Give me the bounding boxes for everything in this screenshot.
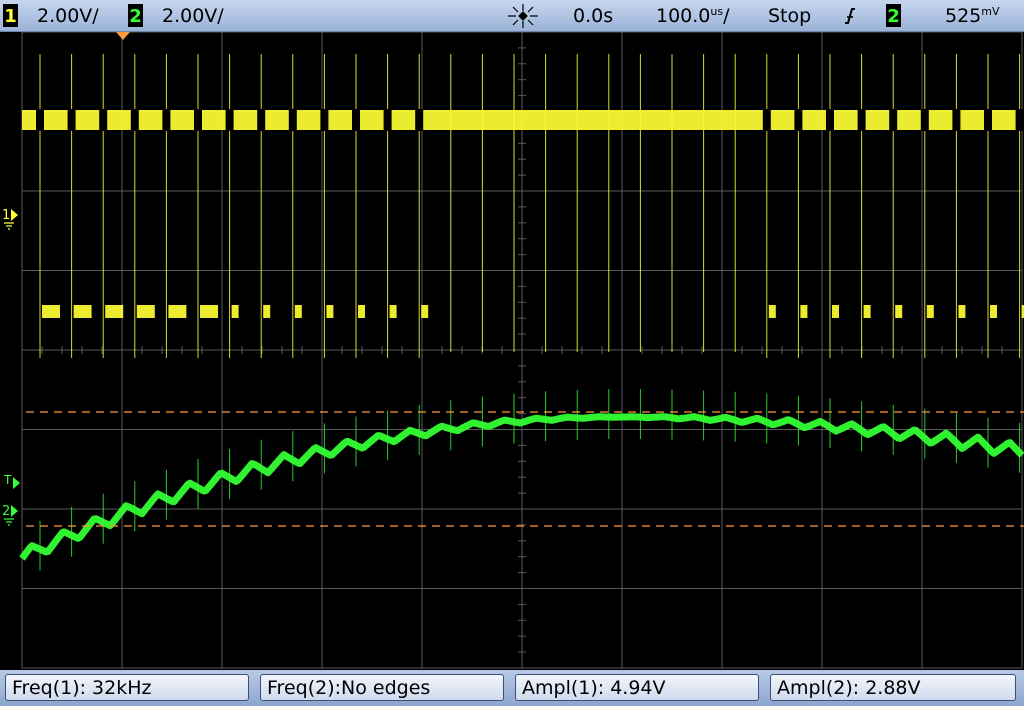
channel-1-low-segment: [358, 305, 365, 318]
channel-1-low-segment: [42, 305, 60, 318]
trigger-level-value: 525: [945, 5, 982, 27]
trigger-marker-arrow: [13, 477, 20, 489]
channel-1-low-segment: [231, 305, 239, 318]
channel-1-scale[interactable]: 2.00V/: [37, 0, 99, 32]
channel-1-low-segment: [294, 305, 302, 318]
time-offset[interactable]: 0.0s: [573, 0, 613, 32]
measurement-freq-ch1[interactable]: Freq(1): 32kHz: [5, 674, 249, 701]
ground-icon: [4, 518, 14, 526]
channel-2-marker-label: 2: [2, 504, 10, 519]
channel-1-high-band: [22, 110, 1022, 130]
channel-1-gap: [225, 109, 234, 131]
channel-1-gap: [920, 109, 929, 131]
acquisition-icon[interactable]: [506, 3, 540, 29]
channel-1-gap: [194, 109, 202, 131]
channel-1-low-segment: [73, 305, 92, 318]
channel-1-gap: [320, 109, 329, 131]
channel-1-low-segment: [990, 305, 997, 318]
channel-1-gap: [383, 109, 392, 131]
channel-1-gap: [415, 109, 424, 131]
channel-1-gap: [36, 109, 44, 131]
measurement-freq-ch2[interactable]: Freq(2):No edges: [260, 674, 504, 701]
channel-1-low-segment: [168, 305, 187, 318]
channel-1-low-segment: [326, 305, 334, 318]
channel-1-gap: [162, 109, 171, 131]
timebase-unit: us: [710, 5, 724, 18]
run-state[interactable]: Stop: [768, 0, 811, 32]
trigger-level-marker[interactable]: T: [3, 473, 20, 489]
channel-2-marker-arrow: [11, 505, 18, 517]
channel-1-ground-marker[interactable]: 1: [2, 208, 18, 230]
channel-1-low-segment: [958, 305, 966, 318]
channel-1-low-segment: [895, 305, 903, 318]
timebase-scale[interactable]: 100.0us/: [656, 0, 730, 32]
channel-2-badge[interactable]: 2: [128, 4, 143, 27]
trigger-position-marker[interactable]: [116, 32, 130, 40]
channel-1-gap: [952, 109, 961, 131]
channel-1-gap: [257, 109, 266, 131]
channel-1-gap: [130, 109, 139, 131]
ground-icon: [4, 222, 14, 230]
channel-1-marker-arrow: [11, 209, 18, 221]
channel-1-gap: [288, 109, 297, 131]
channel-2-ground-marker[interactable]: 2: [2, 504, 18, 526]
channel-1-badge[interactable]: 1: [3, 4, 18, 27]
channel-1-marker-label: 1: [2, 208, 10, 223]
channel-1-gap: [762, 109, 771, 131]
trigger-source-badge[interactable]: 2: [886, 4, 901, 27]
channel-1-low-segment: [136, 305, 155, 318]
channel-1-gap: [352, 109, 360, 131]
channel-1-low-segment: [263, 305, 271, 318]
rising-edge-icon[interactable]: [843, 6, 857, 26]
channel-1-low-segment: [863, 305, 871, 318]
channel-1-low-segment: [832, 305, 839, 318]
waveform-canvas[interactable]: 1 T 2: [0, 31, 1024, 670]
channel-1-low-segment: [926, 305, 934, 318]
channel-2-scale[interactable]: 2.00V/: [162, 0, 224, 32]
channel-1-gap: [1015, 109, 1024, 131]
trigger-marker-label: T: [3, 473, 12, 487]
status-bar: 1 2.00V/ 2 2.00V/ 0.0s 100.0us/ Stop 2 5…: [0, 0, 1024, 32]
channel-1-gap: [794, 109, 803, 131]
channel-1-low-segment: [768, 305, 776, 318]
channel-1-gap: [857, 109, 866, 131]
channel-1-gap: [826, 109, 834, 131]
measurement-bar: Freq(1): 32kHz Freq(2):No edges Ampl(1):…: [0, 670, 1024, 706]
channel-1-gap: [889, 109, 898, 131]
channel-1-low-segment: [800, 305, 808, 318]
measurement-ampl-ch2[interactable]: Ampl(2): 2.88V: [770, 674, 1016, 701]
channel-1-gap: [99, 109, 108, 131]
waveform-display[interactable]: 1 T 2: [0, 31, 1024, 670]
channel-1-gap: [984, 109, 992, 131]
channel-1-low-segment: [200, 305, 218, 318]
channel-1-low-segment: [389, 305, 397, 318]
timebase-suffix: /: [723, 5, 730, 27]
timebase-value: 100.0: [656, 5, 711, 27]
channel-1-low-segment: [105, 305, 124, 318]
trigger-level-unit: mV: [981, 5, 1000, 18]
channel-1-low-segment: [421, 305, 429, 318]
measurement-ampl-ch1[interactable]: Ampl(1): 4.94V: [515, 674, 759, 701]
trigger-level[interactable]: 525mV: [945, 0, 1000, 32]
channel-1-gap: [67, 109, 76, 131]
channel-1-trace: [22, 54, 1024, 358]
